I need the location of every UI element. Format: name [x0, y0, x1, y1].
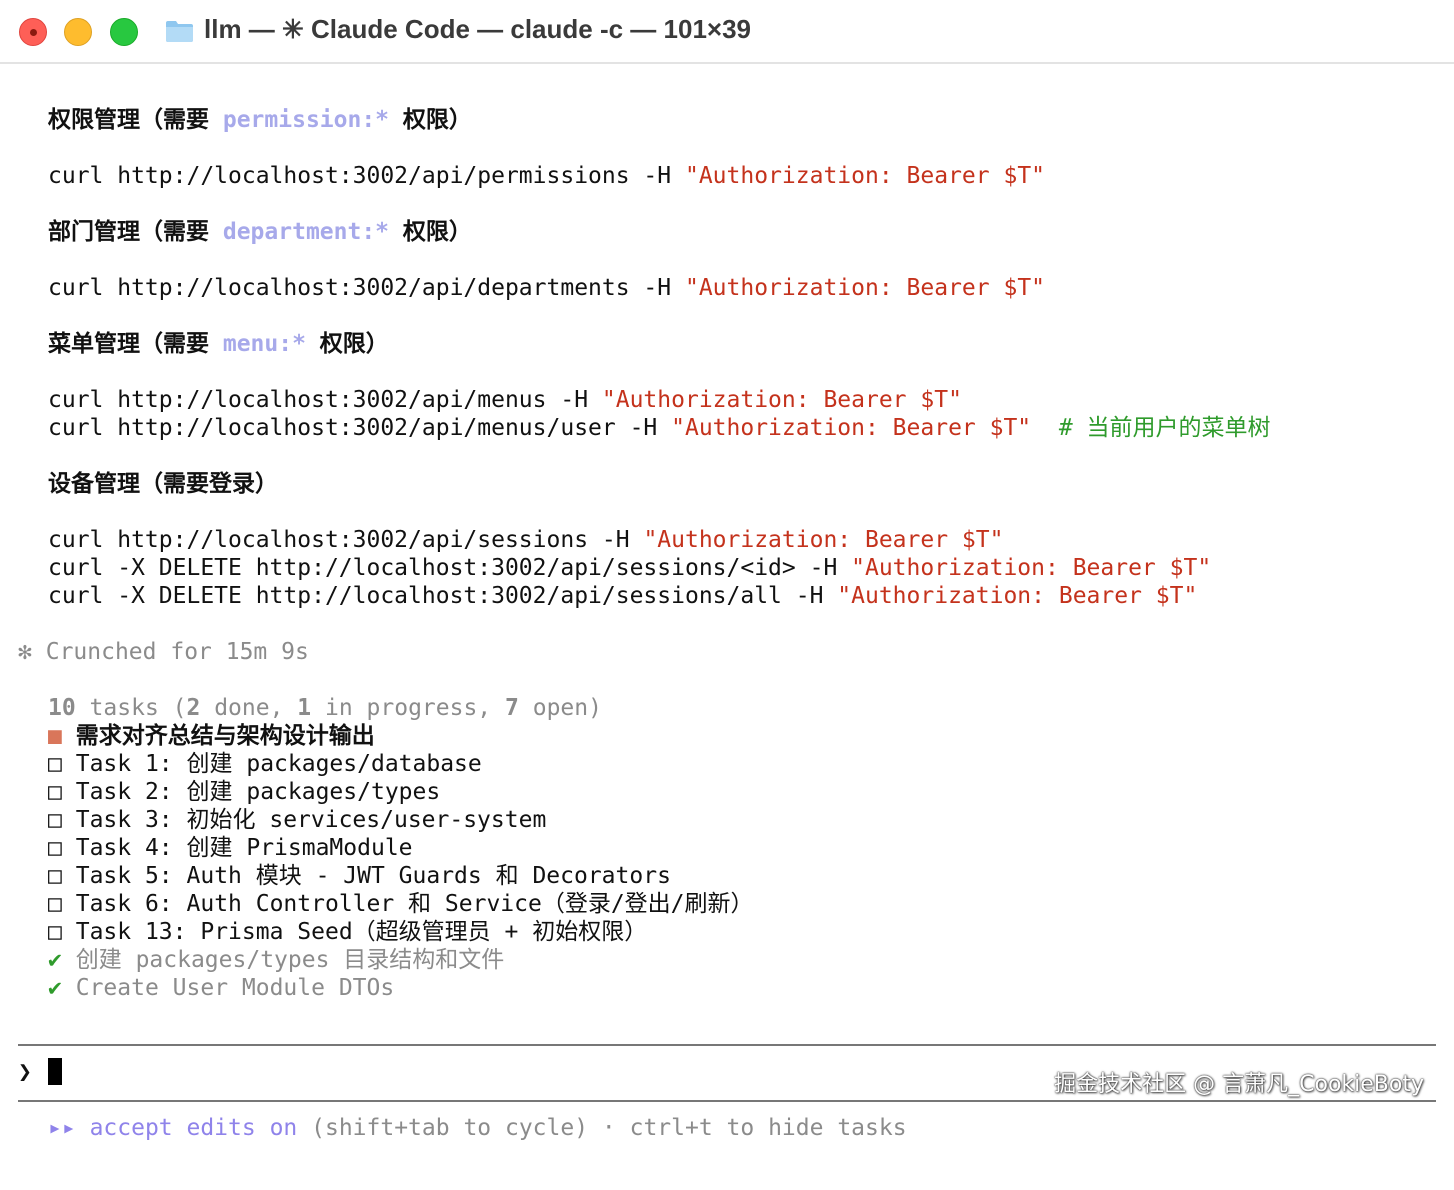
open-square-icon: □: [48, 891, 62, 917]
auth-header-string: "Authorization: Bearer $T": [643, 527, 1004, 553]
task-text: Task 6: Auth Controller 和 Service（登录/登出/…: [75, 891, 754, 917]
open-square-icon: □: [48, 751, 62, 777]
command-line: curl http://localhost:3002/api/permissio…: [48, 162, 1045, 190]
heading-suffix: 权限）: [305, 331, 389, 357]
command-text: curl -X DELETE http://localhost:3002/api…: [48, 583, 838, 609]
close-window-button[interactable]: [19, 18, 47, 46]
open-square-icon: □: [48, 863, 62, 889]
task-item: ✔ 创建 packages/types 目录结构和文件: [48, 946, 504, 974]
task-item: □ Task 3: 初始化 services/user-system: [48, 806, 546, 834]
permission-scope: permission:*: [222, 107, 390, 133]
in-progress-square-icon: ■: [48, 723, 62, 749]
task-item: ■ 需求对齐总结与架构设计输出: [48, 722, 375, 750]
command-line: curl http://localhost:3002/api/sessions …: [48, 526, 1003, 554]
auth-header-string: "Authorization: Bearer $T": [851, 555, 1212, 581]
close-dot-icon: [30, 29, 37, 36]
command-text: curl http://localhost:3002/api/sessions …: [48, 527, 644, 553]
footer-hint: (shift+tab to cycle) · ctrl+t to hide ta…: [297, 1115, 907, 1141]
task-item: □ Task 1: 创建 packages/database: [48, 750, 482, 778]
command-line: curl http://localhost:3002/api/menus -H …: [48, 386, 962, 414]
permission-scope: department:*: [222, 219, 390, 245]
tasks-in-progress-label: in progress,: [311, 695, 506, 721]
task-text: 创建 packages/types 目录结构和文件: [75, 947, 505, 973]
tasks-open-count: 7: [505, 695, 519, 721]
task-text: Task 3: 初始化 services/user-system: [75, 807, 547, 833]
shell-comment: # 当前用户的菜单树: [1058, 415, 1271, 441]
command-text: curl http://localhost:3002/api/departmen…: [48, 275, 685, 301]
task-item: □ Task 5: Auth 模块 - JWT Guards 和 Decorat…: [48, 862, 671, 890]
tasks-total: 10: [48, 695, 76, 721]
fast-forward-icon: ▸▸: [48, 1115, 76, 1141]
tasks-done-count: 2: [186, 695, 201, 721]
task-text: Task 5: Auth 模块 - JWT Guards 和 Decorator…: [75, 863, 671, 889]
heading-text: 部门管理（需要: [48, 219, 223, 245]
task-text: Create User Module DTOs: [75, 975, 395, 1001]
accept-edits-mode[interactable]: accept edits on: [90, 1115, 298, 1141]
mode-footer: ▸▸ accept edits on (shift+tab to cycle) …: [48, 1114, 907, 1142]
menu-heading: 菜单管理（需要 menu:* 权限）: [48, 330, 389, 358]
zoom-window-button[interactable]: [110, 18, 138, 46]
auth-header-string: "Authorization: Bearer $T": [684, 163, 1046, 189]
task-text: 需求对齐总结与架构设计输出: [75, 723, 375, 749]
input-top-divider: [18, 1044, 1436, 1046]
command-line: curl http://localhost:3002/api/departmen…: [48, 274, 1045, 302]
tasks-open-label: open): [518, 695, 602, 721]
task-item: ✔ Create User Module DTOs: [48, 974, 394, 1002]
task-item: □ Task 6: Auth Controller 和 Service（登录/登…: [48, 890, 754, 918]
auth-header-string: "Authorization: Bearer $T": [837, 583, 1198, 609]
command-text: curl http://localhost:3002/api/menus -H: [48, 387, 602, 413]
tasks-in-progress-count: 1: [297, 695, 312, 721]
heading-text: 菜单管理（需要: [48, 331, 223, 357]
folder-icon: [166, 21, 193, 42]
command-line: curl -X DELETE http://localhost:3002/api…: [48, 582, 1197, 610]
terminal-window: llm — ✳ Claude Code — claude -c — 101×39…: [0, 0, 1454, 1190]
terminal-content: 权限管理（需要 permission:* 权限） curl http://loc…: [0, 64, 1454, 1190]
tasks-label: tasks (: [75, 695, 187, 721]
department-heading: 部门管理（需要 department:* 权限）: [48, 218, 472, 246]
heading-suffix: 权限）: [389, 107, 472, 133]
auth-header-string: "Authorization: Bearer $T": [601, 387, 962, 413]
command-line: curl http://localhost:3002/api/menus/use…: [48, 414, 1271, 442]
auth-header-string: "Authorization: Bearer $T": [684, 275, 1046, 301]
task-text: Task 2: 创建 packages/types: [75, 779, 441, 805]
command-line: curl -X DELETE http://localhost:3002/api…: [48, 554, 1211, 582]
permission-scope: menu:*: [222, 331, 306, 357]
tasks-summary: 10 tasks (2 done, 1 in progress, 7 open): [48, 694, 602, 722]
window-title: llm — ✳ Claude Code — claude -c — 101×39: [204, 14, 752, 44]
status-text: Crunched for 15m 9s: [45, 639, 309, 665]
command-text: curl http://localhost:3002/api/permissio…: [48, 163, 685, 189]
open-square-icon: □: [48, 835, 62, 861]
open-square-icon: □: [48, 807, 62, 833]
status-line: ✻ Crunched for 15m 9s: [18, 638, 309, 666]
task-text: Task 13: Prisma Seed（超级管理员 + 初始权限）: [75, 919, 648, 945]
device-heading: 设备管理（需要登录）: [48, 471, 278, 497]
command-text: curl -X DELETE http://localhost:3002/api…: [48, 555, 852, 581]
open-square-icon: □: [48, 779, 62, 805]
text-cursor: [48, 1058, 62, 1085]
task-item: □ Task 13: Prisma Seed（超级管理员 + 初始权限）: [48, 918, 647, 946]
prompt-chevron-icon: ❯: [18, 1059, 32, 1085]
watermark: 掘金技术社区 @ 言萧凡_CookieBoty: [1054, 1072, 1424, 1097]
heading-suffix: 权限）: [389, 219, 472, 245]
heading-text: 权限管理（需要: [48, 107, 223, 133]
checkmark-icon: ✔: [48, 975, 62, 1001]
title-bar: llm — ✳ Claude Code — claude -c — 101×39: [0, 0, 1454, 64]
task-item: □ Task 4: 创建 PrismaModule: [48, 834, 413, 862]
asterisk-icon: ✻: [18, 639, 32, 665]
task-text: Task 1: 创建 packages/database: [75, 751, 482, 777]
command-text: curl http://localhost:3002/api/menus/use…: [48, 415, 672, 441]
checkmark-icon: ✔: [48, 947, 62, 973]
tasks-done-label: done,: [200, 695, 298, 721]
minimize-window-button[interactable]: [64, 18, 92, 46]
task-item: □ Task 2: 创建 packages/types: [48, 778, 440, 806]
input-bottom-divider: [18, 1100, 1436, 1102]
open-square-icon: □: [48, 919, 62, 945]
task-text: Task 4: 创建 PrismaModule: [75, 835, 413, 861]
auth-header-string: "Authorization: Bearer $T": [671, 415, 1032, 441]
permission-heading: 权限管理（需要 permission:* 权限）: [48, 106, 472, 134]
